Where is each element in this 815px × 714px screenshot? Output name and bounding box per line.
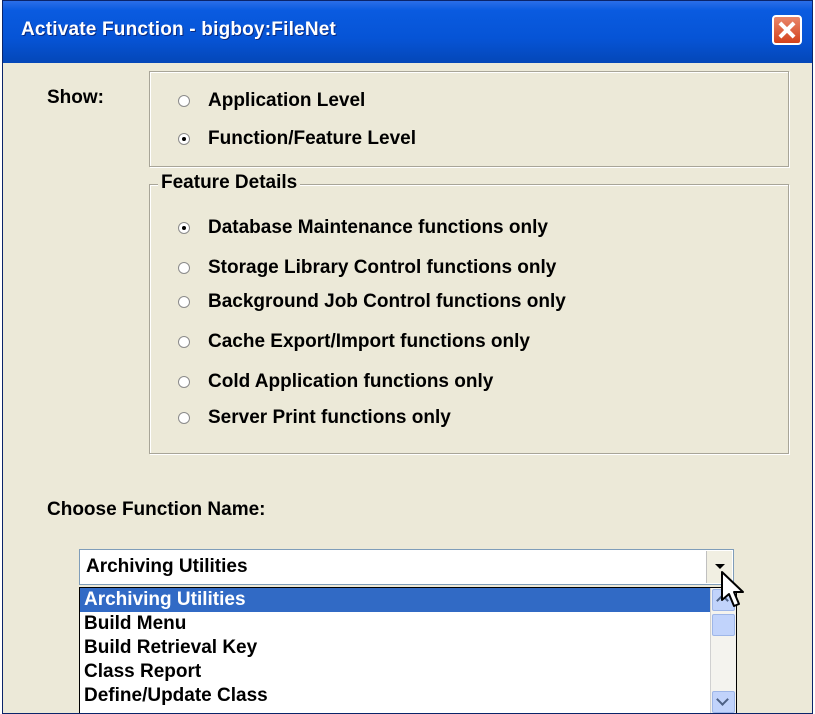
radio-cache-export-import[interactable]: Cache Export/Import functions only — [178, 331, 530, 353]
title-bar[interactable]: Activate Function - bigboy:FileNet — [3, 1, 812, 63]
feature-details-group: Feature Details Database Maintenance fun… — [149, 172, 789, 454]
radio-circle-application-level[interactable] — [178, 95, 190, 107]
radio-background-job-control[interactable]: Background Job Control functions only — [178, 291, 566, 313]
list-item-class-report[interactable]: Class Report — [80, 660, 736, 684]
radio-function-feature-level[interactable]: Function/Feature Level — [178, 128, 416, 150]
radio-label-server-print: Server Print functions only — [208, 407, 451, 428]
radio-label-database-maintenance: Database Maintenance functions only — [208, 217, 548, 238]
close-button[interactable] — [772, 15, 802, 45]
radio-circle-server-print[interactable] — [178, 412, 190, 424]
show-options-group: Application Level Function/Feature Level — [149, 71, 789, 167]
radio-circle-cache-export-import[interactable] — [178, 336, 190, 348]
choose-function-name-label: Choose Function Name: — [47, 499, 266, 520]
radio-circle-cold-application[interactable] — [178, 376, 190, 388]
function-name-selected-value: Archiving Utilities — [86, 556, 248, 577]
radio-server-print[interactable]: Server Print functions only — [178, 407, 451, 429]
radio-circle-storage-library-control[interactable] — [178, 262, 190, 274]
mouse-cursor-icon — [721, 571, 744, 607]
scroll-down-icon[interactable] — [712, 691, 735, 713]
list-item-build-menu[interactable]: Build Menu — [80, 612, 736, 636]
radio-label-function-feature-level: Function/Feature Level — [208, 128, 416, 149]
radio-circle-database-maintenance[interactable] — [178, 222, 190, 234]
list-item-archiving-utilities[interactable]: Archiving Utilities — [80, 588, 736, 612]
list-item-define-update-class[interactable]: Define/Update Class — [80, 684, 736, 708]
radio-application-level[interactable]: Application Level — [178, 90, 365, 112]
radio-label-cold-application: Cold Application functions only — [208, 371, 494, 392]
activate-function-dialog: Activate Function - bigboy:FileNet Show:… — [2, 0, 813, 714]
list-item-build-retrieval-key[interactable]: Build Retrieval Key — [80, 636, 736, 660]
function-name-combobox[interactable]: Archiving Utilities — [79, 549, 734, 585]
radio-label-cache-export-import: Cache Export/Import functions only — [208, 331, 530, 352]
function-name-dropdown-list[interactable]: Archiving Utilities Build Menu Build Ret… — [79, 587, 737, 713]
radio-circle-function-feature-level[interactable] — [178, 133, 190, 145]
radio-database-maintenance[interactable]: Database Maintenance functions only — [178, 217, 548, 239]
feature-details-legend: Feature Details — [158, 172, 301, 194]
scroll-thumb[interactable] — [712, 614, 735, 636]
radio-label-storage-library-control: Storage Library Control functions only — [208, 257, 557, 278]
radio-label-background-job-control: Background Job Control functions only — [208, 291, 566, 312]
show-label: Show: — [47, 87, 104, 108]
radio-circle-background-job-control[interactable] — [178, 296, 190, 308]
window-title: Activate Function - bigboy:FileNet — [21, 19, 337, 40]
radio-storage-library-control[interactable]: Storage Library Control functions only — [178, 257, 556, 279]
radio-cold-application[interactable]: Cold Application functions only — [178, 371, 493, 393]
radio-label-application-level: Application Level — [208, 90, 366, 111]
